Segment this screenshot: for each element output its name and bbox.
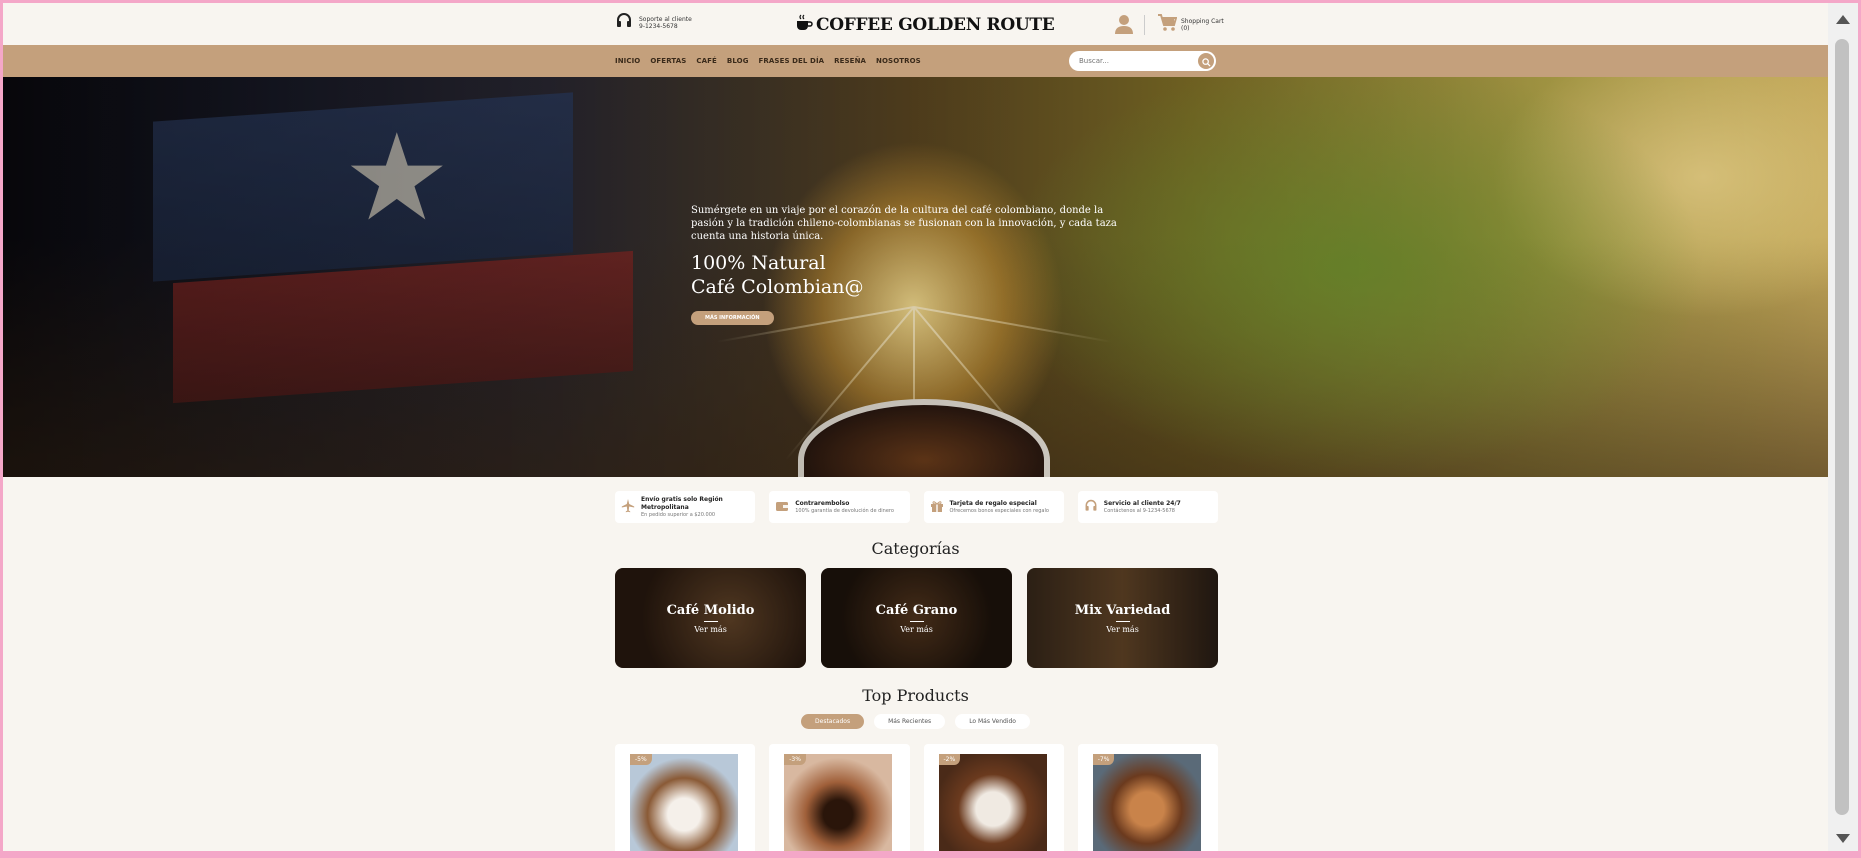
category-card-mix-variedad[interactable]: Mix Variedad Ver más [1027, 568, 1218, 668]
discount-badge: -2% [938, 754, 961, 765]
top-products-heading: Top Products [862, 686, 969, 705]
category-divider [703, 620, 718, 622]
product-card[interactable]: -3% [769, 744, 910, 851]
product-list: -5% -3% -2% -7% [615, 744, 1218, 851]
customer-support[interactable]: Soporte al cliente 9-1234-5678 [615, 13, 692, 33]
category-list: Café Molido Ver más Café Grano Ver más M… [615, 568, 1218, 668]
airplane-icon [621, 498, 635, 517]
category-card-cafe-molido[interactable]: Café Molido Ver más [615, 568, 806, 668]
hero-title-line1: 100% Natural [691, 252, 826, 274]
category-link[interactable]: Ver más [1106, 625, 1139, 634]
discount-badge: -3% [784, 754, 806, 765]
search-box [1069, 51, 1216, 71]
support-label: Soporte al cliente [639, 16, 692, 23]
feature-subtitle: Contáctenos al 9-1234-5678 [1103, 507, 1175, 514]
nav-item-blog[interactable]: BLOG [727, 57, 749, 65]
page-scrollbar[interactable] [1828, 3, 1858, 851]
tab-destacados[interactable]: Destacados [801, 714, 865, 729]
browser-viewport: Soporte al cliente 9-1234-5678 COFFEE GO… [3, 3, 1828, 851]
category-shade [615, 568, 806, 668]
search-icon [1201, 52, 1211, 71]
main-nav: INICIO OFERTAS CAFÉ BLOG FRASES DEL DÍA … [615, 45, 921, 77]
product-image[interactable] [1092, 754, 1201, 851]
category-title: Café Grano [875, 602, 958, 618]
product-image[interactable] [938, 754, 1047, 851]
hero-title-line2: Café Colombian@ [691, 276, 864, 298]
more-info-button[interactable]: MÁS INFORMACIÓN [691, 311, 774, 325]
category-link[interactable]: Ver más [694, 625, 727, 634]
top-header: Soporte al cliente 9-1234-5678 COFFEE GO… [3, 3, 1828, 45]
discount-badge: -7% [1092, 754, 1115, 765]
category-card-cafe-grano[interactable]: Café Grano Ver más [821, 568, 1012, 668]
headset-icon [615, 13, 633, 33]
discount-badge: -5% [630, 754, 652, 765]
product-card[interactable]: -7% [1077, 744, 1218, 851]
nav-item-resena[interactable]: RESEÑA [834, 57, 866, 65]
nav-item-frases[interactable]: FRASES DEL DÍA [759, 57, 825, 65]
feature-cash-on-delivery: Contrarembolso 100% garantía de devoluci… [769, 491, 910, 523]
nav-item-ofertas[interactable]: OFERTAS [650, 57, 686, 65]
category-link[interactable]: Ver más [900, 625, 933, 634]
scroll-up-arrow-icon[interactable] [1836, 15, 1850, 24]
tab-lo-mas-vendido[interactable]: Lo Más Vendido [955, 714, 1030, 729]
scrollbar-thumb[interactable] [1835, 39, 1849, 815]
nav-item-cafe[interactable]: CAFÉ [696, 57, 717, 65]
feature-subtitle: Ofrecemos bonos especiales con regalo [949, 507, 1049, 514]
support-phone: 9-1234-5678 [639, 23, 678, 30]
wallet-icon [775, 498, 789, 517]
headset-icon [1084, 498, 1098, 517]
feature-list: Envío gratis solo Región Metropolitana E… [615, 491, 1218, 523]
feature-title: Servicio al cliente 24/7 [1103, 499, 1181, 507]
shopping-cart-button[interactable]: Shopping Cart (0) [1157, 14, 1224, 36]
main-navbar: INICIO OFERTAS CAFÉ BLOG FRASES DEL DÍA … [3, 45, 1828, 77]
category-divider [1115, 620, 1130, 622]
gift-icon [930, 498, 944, 517]
category-divider [909, 620, 924, 622]
cart-count: (0) [1181, 25, 1190, 32]
tab-mas-recientes[interactable]: Más Recientes [874, 714, 946, 729]
feature-subtitle: 100% garantía de devolución de dinero [795, 507, 894, 514]
logo-text: COFFEE GOLDEN ROUTE [816, 15, 1055, 35]
cart-icon [1157, 14, 1178, 36]
feature-gift-card: Tarjeta de regalo especial Ofrecemos bon… [923, 491, 1064, 523]
category-shade [821, 568, 1012, 668]
feature-customer-service: Servicio al cliente 24/7 Contáctenos al … [1077, 491, 1218, 523]
cart-label: Shopping Cart [1181, 18, 1224, 25]
feature-title: Envío gratis solo Región Metropolitana [641, 495, 723, 511]
category-shade [1027, 568, 1218, 668]
product-card[interactable]: -2% [923, 744, 1064, 851]
user-icon [1115, 15, 1133, 38]
hero-content: Sumérgete en un viaje por el corazón de … [691, 204, 1131, 325]
nav-item-nosotros[interactable]: NOSOTROS [876, 57, 921, 65]
hero-banner: ★ Sumérgete en un viaje por el corazón d… [3, 77, 1828, 477]
header-divider [1144, 15, 1145, 35]
feature-title: Contrarembolso [795, 499, 850, 507]
site-logo[interactable]: COFFEE GOLDEN ROUTE [795, 14, 1055, 36]
feature-subtitle: En pedido superior a $20.000 [641, 511, 716, 518]
feature-title: Tarjeta de regalo especial [949, 499, 1037, 507]
search-button[interactable] [1198, 53, 1214, 69]
product-image[interactable] [630, 754, 738, 851]
product-card[interactable]: -5% [615, 744, 756, 851]
search-input[interactable] [1079, 54, 1189, 68]
scroll-down-arrow-icon[interactable] [1836, 834, 1850, 843]
hero-description: Sumérgete en un viaje por el corazón de … [691, 205, 1117, 242]
product-image[interactable] [784, 754, 893, 851]
categories-heading: Categorías [871, 539, 960, 558]
feature-free-shipping: Envío gratis solo Región Metropolitana E… [615, 491, 756, 523]
category-title: Mix Variedad [1074, 602, 1171, 618]
category-title: Café Molido [666, 602, 755, 618]
coffee-cup-icon [795, 14, 813, 36]
product-tabs: Destacados Más Recientes Lo Más Vendido [3, 714, 1828, 729]
user-account-button[interactable] [1115, 14, 1133, 38]
nav-item-inicio[interactable]: INICIO [615, 57, 640, 65]
